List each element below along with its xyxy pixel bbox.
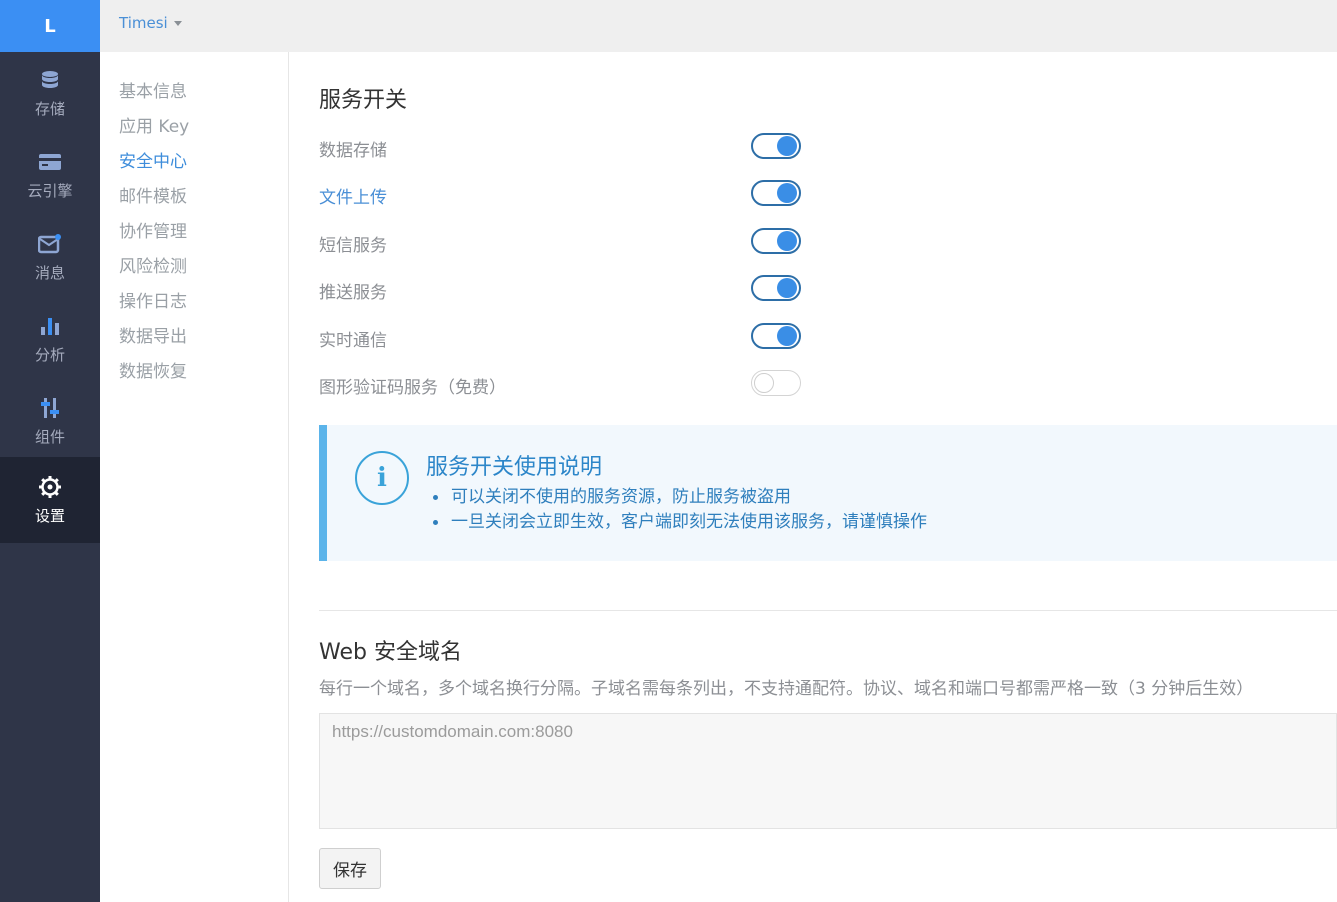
rail-item-label: 组件 <box>34 427 65 446</box>
info-bullet: 可以关闭不使用的服务资源，防止服务被盗用 <box>433 485 927 510</box>
subnav-item-app-key[interactable]: 应用 Key <box>119 112 189 137</box>
service-label: 推送服务 <box>319 283 387 303</box>
service-toggle-data-storage[interactable] <box>751 133 801 159</box>
web-domain-title: Web 安全域名 <box>319 640 462 665</box>
toggle-knob <box>777 326 797 346</box>
service-toggle-push[interactable] <box>751 275 801 301</box>
save-button[interactable]: 保存 <box>319 848 381 889</box>
subnav-item-data-restore[interactable]: 数据恢复 <box>119 357 187 382</box>
subnav-item-data-export[interactable]: 数据导出 <box>119 322 187 347</box>
rail-item-components[interactable]: 组件 <box>0 380 100 462</box>
settings-subnav: 基本信息 应用 Key 安全中心 邮件模板 协作管理 风险检测 操作日志 数据导… <box>100 52 288 902</box>
service-row: 实时通信 <box>319 323 811 353</box>
subnav-item-operation-log[interactable]: 操作日志 <box>119 287 187 312</box>
info-title: 服务开关使用说明 <box>426 455 603 480</box>
info-icon: i <box>355 451 409 505</box>
service-row: 数据存储 <box>319 133 811 163</box>
service-label[interactable]: 文件上传 <box>319 183 387 208</box>
rail-item-settings[interactable]: 设置 <box>0 457 100 543</box>
service-label: 图形验证码服务（免费） <box>319 378 506 398</box>
section-divider <box>319 610 1337 611</box>
rail-item-label: 分析 <box>34 345 65 364</box>
services-title: 服务开关 <box>319 88 408 113</box>
info-callout: i 服务开关使用说明 可以关闭不使用的服务资源，防止服务被盗用 一旦关闭会立即生… <box>319 425 1337 561</box>
sliders-icon <box>38 396 62 420</box>
service-toggle-captcha[interactable] <box>751 370 801 396</box>
service-toggle-sms[interactable] <box>751 228 801 254</box>
service-label: 实时通信 <box>319 331 387 351</box>
domain-textarea[interactable] <box>319 713 1337 829</box>
bar-chart-icon <box>38 314 62 338</box>
toggle-knob <box>777 136 797 156</box>
service-row: 短信服务 <box>319 228 811 258</box>
service-label: 数据存储 <box>319 141 387 161</box>
service-row: 推送服务 <box>319 275 811 305</box>
main-content: 服务开关 数据存储 文件上传 短信服务 推送服务 实时通信 图形验证码服务（免费… <box>289 52 1337 902</box>
app-switcher[interactable]: Timesi <box>119 14 182 32</box>
subnav-item-security-center[interactable]: 安全中心 <box>119 147 187 172</box>
subnav-item-email-templates[interactable]: 邮件模板 <box>119 182 187 207</box>
rail-item-storage[interactable]: 存储 <box>0 52 100 134</box>
rail-item-label: 消息 <box>34 263 65 282</box>
service-toggle-realtime[interactable] <box>751 323 801 349</box>
subnav-item-risk-detection[interactable]: 风险检测 <box>119 252 187 277</box>
service-toggle-file-upload[interactable] <box>751 180 801 206</box>
web-domain-description: 每行一个域名，多个域名换行分隔。子域名需每条列出，不支持通配符。协议、域名和端口… <box>319 679 1254 699</box>
rail-item-cloud-engine[interactable]: 云引擎 <box>0 134 100 216</box>
toggle-knob <box>777 278 797 298</box>
service-row: 文件上传 <box>319 180 811 210</box>
toggle-knob <box>777 231 797 251</box>
database-icon <box>38 68 62 92</box>
subnav-item-basic-info[interactable]: 基本信息 <box>119 77 187 102</box>
rail-item-messages[interactable]: 消息 <box>0 216 100 298</box>
app-logo[interactable]: L <box>0 0 100 52</box>
rail-item-analytics[interactable]: 分析 <box>0 298 100 380</box>
app-rail: L 存储 云引擎 消息 分析 组件 设置 <box>0 0 100 902</box>
top-bar: Timesi <box>100 0 1337 52</box>
app-name: Timesi <box>119 14 168 32</box>
subnav-item-collaboration[interactable]: 协作管理 <box>119 217 187 242</box>
message-icon <box>38 232 62 256</box>
rail-item-label: 设置 <box>34 506 65 525</box>
service-label: 短信服务 <box>319 236 387 256</box>
caret-down-icon <box>173 21 182 26</box>
info-list: 可以关闭不使用的服务资源，防止服务被盗用 一旦关闭会立即生效，客户端即刻无法使用… <box>433 485 927 535</box>
card-icon <box>38 150 62 174</box>
toggle-knob <box>777 183 797 203</box>
gear-icon <box>38 475 62 499</box>
rail-item-label: 存储 <box>34 99 65 118</box>
info-bullet: 一旦关闭会立即生效，客户端即刻无法使用该服务，请谨慎操作 <box>433 510 927 535</box>
toggle-knob <box>754 373 774 393</box>
rail-item-label: 云引擎 <box>27 181 73 200</box>
service-row: 图形验证码服务（免费） <box>319 370 811 400</box>
